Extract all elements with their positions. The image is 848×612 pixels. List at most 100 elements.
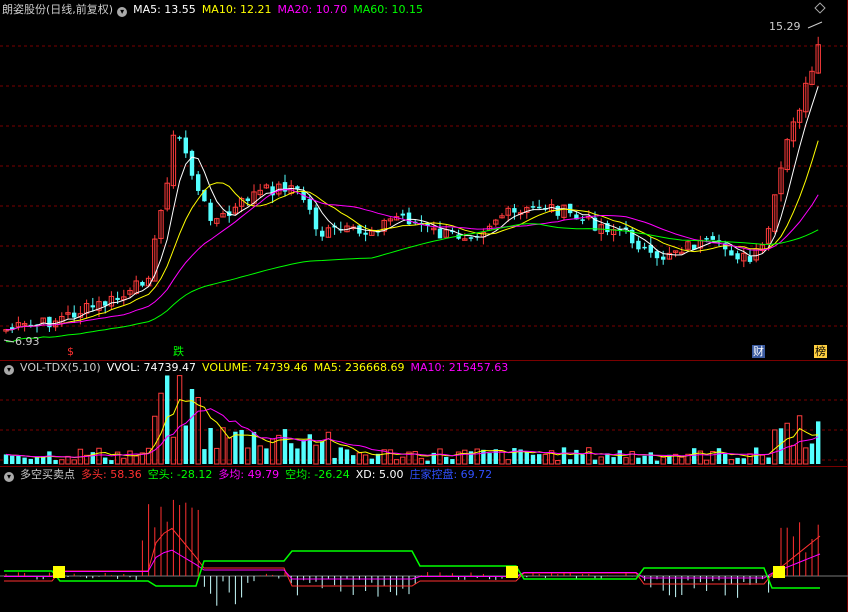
ma5-label: MA5: 13.55 [133,3,196,16]
candle-body [661,256,666,260]
event-tag-bang[interactable]: 榜 [814,345,827,358]
buy-signal-marker [53,566,65,578]
vol-ma5-label: MA5: 236668.69 [313,361,405,374]
volume-bar [3,454,9,464]
vol-indicator-title[interactable]: VOL-TDX(5,10) [20,361,101,374]
kongtou-label: 空头: -28.12 [147,468,213,481]
volume-bar [325,431,332,465]
candle-body [468,237,474,239]
candle-body [654,251,660,259]
volume-bar [766,457,771,464]
candle-body [729,250,734,256]
vvol-label: VVOL: 74739.47 [106,361,197,374]
volume-bar [220,427,226,465]
volume-bar [369,458,374,464]
volume-bar [747,453,753,465]
candle-body [208,202,213,221]
volume-bar [537,454,542,464]
candle-body [307,199,312,210]
volume-bar [642,455,647,464]
volume-bar [816,421,821,464]
volume-bar [53,460,58,464]
volume-bar [487,453,492,464]
event-tag-cai[interactable]: 财 [752,345,765,358]
volume-bar [493,449,498,464]
duotou-line [4,527,821,587]
kongjun-label: 空均: -26.24 [285,468,350,481]
settings-gear-icon[interactable]: ▾ [117,7,128,17]
indicator-panel[interactable]: ▾ 多空买卖点 多头: 58.36 空头: -28.12 多均: 49.79 空均: -2… [0,466,848,612]
candle-body [202,189,207,202]
volume-bar [351,455,356,464]
candle-body [530,206,536,208]
volume-bar [313,444,319,465]
candle-body [642,246,647,249]
candle-body [90,305,95,308]
candle-body [747,256,753,262]
volume-bar [790,444,797,465]
volume-bar [152,415,158,465]
volume-bar [636,457,641,464]
volume-bar [109,460,114,464]
settings-gear-icon[interactable]: ▾ [4,365,14,375]
event-tag-dollar[interactable]: $ [66,345,75,358]
volume-bar [362,454,369,465]
volume-bar [796,415,803,465]
volume-bar [555,460,561,465]
volume-bar [344,449,350,464]
high-marker-line [807,21,823,29]
ma60-label: MA60: 10.15 [353,3,423,16]
settings-gear-icon[interactable]: ▾ [4,472,14,482]
volume-bar [437,448,443,465]
candle-body [189,150,195,176]
volume-bar [623,457,629,465]
event-tag-die[interactable]: 跌 [172,345,185,358]
volume-legend: ▾ VOL-TDX(5,10) VVOL: 74739.47 VOLUME: 7473… [2,360,514,375]
indicator-chart[interactable] [0,466,848,612]
volume-bar [654,460,660,464]
volume-bar [450,459,455,464]
volume-bar [809,443,815,464]
vol-ma10-label: MA10: 215457.63 [410,361,509,374]
candle-body [295,186,300,189]
volume-bar [356,452,363,465]
price-legend: 朗姿股份(日线,前复权) ▾ MA5: 13.55 MA10: 12.21 MA20: … [2,2,429,17]
volume-bar [121,457,127,465]
volume-bar [195,397,201,465]
volume-bar [524,452,529,464]
candle-body [437,228,443,239]
volume-panel[interactable]: ▾ VOL-TDX(5,10) VVOL: 74739.47 VOLUME: 7473… [0,360,848,466]
buy-signal-marker [773,566,785,578]
volume-bar [784,422,790,465]
ma20-label: MA20: 10.70 [277,3,348,16]
volume-bar [611,457,616,464]
candle-body [704,238,709,240]
ma20-line [5,189,819,331]
volume-bar [412,451,418,465]
volume-bar [34,457,40,464]
volume-bar [282,429,288,464]
ma10-line [5,140,819,331]
candle-body [196,174,201,191]
volume-bar [735,457,740,464]
candle-body [140,282,145,286]
candle-body [580,219,585,221]
volume-bar [444,456,449,464]
candle-body [735,253,740,260]
ind-title[interactable]: 多空买卖点 [20,468,75,481]
volume-bar [202,449,207,464]
stock-title[interactable]: 朗姿股份(日线,前复权) [2,3,113,16]
candlestick-chart[interactable] [0,0,848,360]
volume-bar [289,443,294,464]
volume-bar [741,458,746,464]
volume-bar [617,450,622,464]
volume-chart[interactable] [0,360,848,466]
volume-bar [338,447,343,464]
price-panel[interactable]: 朗姿股份(日线,前复权) ▾ MA5: 13.55 MA10: 12.21 MA20: … [0,0,848,360]
volume-bar [16,455,21,464]
volume-bar [716,448,722,464]
volume-bar [425,460,430,464]
volume-bar [462,449,468,465]
volume-bar [183,425,188,464]
candle-body [537,206,542,209]
